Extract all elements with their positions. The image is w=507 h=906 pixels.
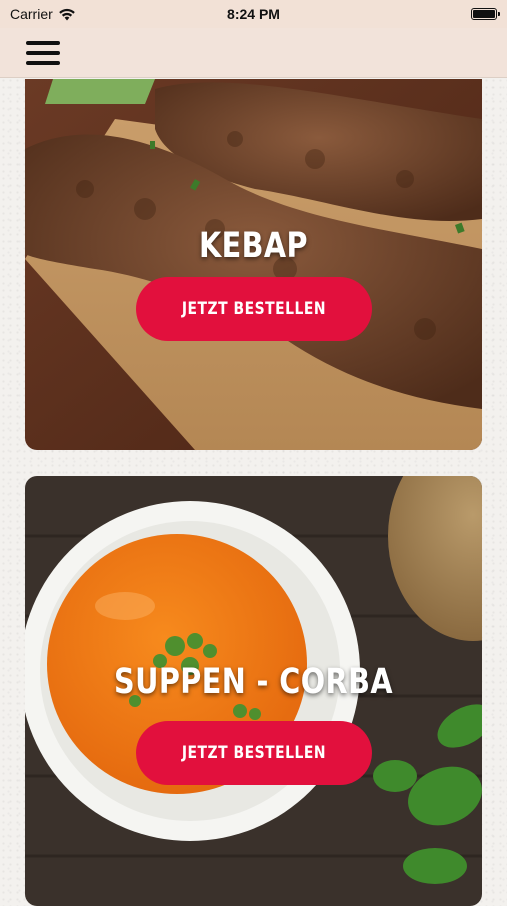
status-left: Carrier (10, 6, 76, 22)
category-card-suppen[interactable]: SUPPEN - CORBA JETZT BESTELLEN (25, 476, 482, 906)
category-card-kebap[interactable]: KEBAP JETZT BESTELLEN (25, 79, 482, 450)
carrier-label: Carrier (10, 6, 53, 22)
order-button-kebap[interactable]: JETZT BESTELLEN (136, 277, 372, 341)
order-button-label: JETZT BESTELLEN (181, 743, 327, 763)
order-button-label: JETZT BESTELLEN (181, 299, 327, 319)
battery-icon (471, 8, 500, 20)
category-title: SUPPEN - CORBA (114, 662, 393, 702)
hamburger-line (26, 40, 60, 45)
order-button-suppen[interactable]: JETZT BESTELLEN (136, 721, 372, 785)
hamburger-line (26, 60, 60, 65)
status-bar: Carrier 8:24 PM (0, 0, 507, 28)
nav-bar (0, 28, 507, 78)
hamburger-menu-icon[interactable] (26, 40, 60, 65)
category-title: KEBAP (198, 226, 309, 266)
hamburger-line (26, 50, 60, 55)
wifi-icon (58, 8, 75, 20)
status-time: 8:24 PM (227, 6, 280, 22)
